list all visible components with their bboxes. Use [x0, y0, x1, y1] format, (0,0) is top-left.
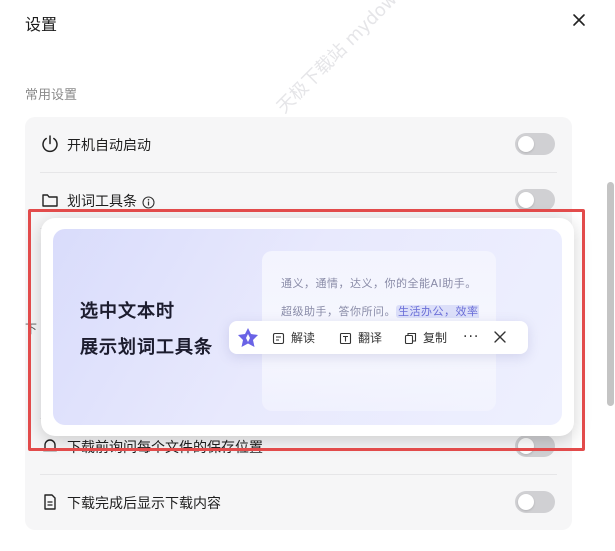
dialog-title: 设置 [25, 15, 58, 34]
info-icon[interactable] [142, 195, 155, 209]
setting-label: 下载完成后显示下载内容 [67, 496, 221, 512]
autostart-toggle[interactable] [515, 133, 555, 155]
power-icon [42, 135, 58, 153]
highlight-frame [28, 209, 585, 451]
section-label: 常用设置 [25, 88, 78, 103]
show-downloads-toggle[interactable] [515, 491, 555, 513]
word-toolbar-toggle[interactable] [515, 189, 555, 211]
setting-row-show-downloads: 下载完成后显示下载内容 [25, 475, 572, 530]
setting-label-text: 划词工具条 [67, 194, 137, 210]
setting-label: 开机自动启动 [67, 138, 151, 154]
setting-row-autostart: 开机自动启动 [25, 117, 572, 172]
folder-icon [42, 194, 58, 207]
scrollbar-thumb[interactable] [607, 182, 614, 406]
setting-label: 划词工具条 [67, 191, 155, 211]
document-icon [44, 494, 56, 510]
watermark: 天极下载站 mydown.yesky.com [272, 0, 480, 118]
close-icon[interactable] [570, 11, 588, 29]
